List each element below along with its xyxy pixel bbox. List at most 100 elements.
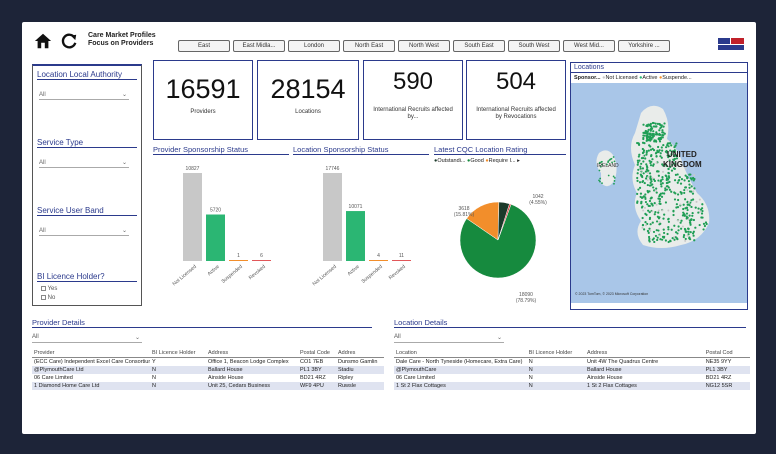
kpi-label: International Recruits affected by... bbox=[373, 107, 453, 120]
table-row[interactable]: 06 Care Limited N Ainside House BD21 4RZ bbox=[394, 374, 750, 382]
map-point bbox=[652, 130, 655, 133]
region-button-east[interactable]: East bbox=[178, 40, 230, 52]
chart-title: Latest CQC Location Rating bbox=[434, 145, 566, 155]
region-button-west-midlands[interactable]: West Mid... bbox=[563, 40, 615, 52]
map-legend-title: Sponsor... bbox=[574, 75, 601, 81]
map-point bbox=[670, 169, 674, 172]
column-header[interactable]: Address bbox=[206, 349, 298, 358]
map-point bbox=[667, 186, 670, 189]
bar[interactable] bbox=[323, 173, 342, 261]
map-point bbox=[612, 175, 615, 178]
map-point bbox=[677, 179, 680, 182]
map-point bbox=[660, 195, 664, 198]
map-point bbox=[680, 227, 683, 230]
column-header[interactable]: Postal Cod bbox=[703, 349, 750, 358]
table-row[interactable]: (ECC Care) Independent Excel Care Consor… bbox=[32, 358, 384, 367]
region-button-north-west[interactable]: North West bbox=[398, 40, 450, 52]
region-button-south-east[interactable]: South East bbox=[453, 40, 505, 52]
map-point bbox=[673, 238, 676, 241]
bar[interactable] bbox=[369, 260, 388, 261]
map-point bbox=[667, 228, 670, 231]
map-point bbox=[642, 172, 645, 175]
map-point bbox=[687, 218, 690, 221]
refresh-icon[interactable] bbox=[60, 32, 78, 50]
x-tick-label: Suspended bbox=[361, 264, 384, 285]
map-point bbox=[673, 198, 677, 201]
map-point bbox=[644, 200, 648, 204]
table-row[interactable]: 1 Diamond Home Care Ltd N Unit 25, Cedar… bbox=[32, 382, 384, 390]
region-button-north-east[interactable]: North East bbox=[343, 40, 395, 52]
column-header[interactable]: BI Licence Holder bbox=[150, 349, 206, 358]
cell: Unit 4W The Quadrus Centre bbox=[587, 359, 659, 365]
map-point bbox=[646, 134, 649, 138]
bar[interactable] bbox=[183, 173, 202, 261]
legend-label: Not Licensed bbox=[605, 75, 638, 81]
table-row[interactable]: 1 St 2 Flax Cottages N 1 St 2 Flax Cotta… bbox=[394, 382, 750, 390]
bar[interactable] bbox=[252, 260, 271, 261]
bi-licence-option-yes[interactable]: Yes bbox=[41, 286, 57, 292]
map-point bbox=[664, 201, 668, 204]
logo-icon bbox=[716, 36, 746, 52]
column-header[interactable]: BI Licence Holder bbox=[526, 349, 586, 358]
bar[interactable] bbox=[229, 260, 248, 261]
table-row[interactable]: @PlymouthCare N Ballard House PL1 3BY bbox=[394, 366, 750, 374]
map-point bbox=[659, 180, 662, 183]
title-line-2: Focus on Providers bbox=[88, 40, 154, 47]
map-point bbox=[638, 159, 641, 162]
map-country-label: UNITED bbox=[667, 150, 697, 159]
service-type-select[interactable]: All ⌄ bbox=[39, 158, 129, 168]
cell: N bbox=[528, 359, 533, 365]
bar[interactable] bbox=[346, 211, 365, 261]
column-header[interactable]: Postal Code bbox=[298, 349, 336, 358]
region-button-london[interactable]: London bbox=[288, 40, 340, 52]
column-header[interactable]: Location bbox=[394, 349, 527, 358]
service-user-band-select[interactable]: All ⌄ bbox=[39, 226, 129, 236]
column-header[interactable]: Addres bbox=[336, 349, 384, 358]
provider-filter-select[interactable]: All ⌄ bbox=[32, 334, 142, 343]
map-point bbox=[607, 174, 610, 177]
map-point bbox=[688, 236, 691, 239]
map-point bbox=[702, 222, 706, 225]
table-row[interactable]: 06 Care Limited N Ainside House BD21 4RZ… bbox=[32, 374, 384, 382]
region-button-yorkshire[interactable]: Yorkshire ... bbox=[618, 40, 670, 52]
map-point bbox=[679, 221, 682, 224]
local-authority-select[interactable]: All ⌄ bbox=[39, 90, 129, 100]
region-button-south-west[interactable]: South West bbox=[508, 40, 560, 52]
bi-licence-option-no[interactable]: No bbox=[41, 295, 55, 301]
bar[interactable] bbox=[392, 260, 411, 261]
map-point bbox=[684, 237, 687, 241]
map-point bbox=[645, 150, 648, 153]
map-point bbox=[674, 231, 678, 234]
kpi-label: International Recruits affected by Revoc… bbox=[476, 107, 556, 120]
service-type-label: Service Type bbox=[37, 138, 137, 148]
map-point bbox=[676, 219, 679, 222]
map-point bbox=[655, 229, 658, 232]
location-filter-select[interactable]: All ⌄ bbox=[394, 334, 504, 343]
cqc-rating-chart: Latest CQC Location Rating ●Outstandi...… bbox=[434, 145, 566, 313]
map-point bbox=[645, 213, 648, 216]
map-point bbox=[685, 230, 688, 233]
bar[interactable] bbox=[206, 214, 225, 261]
region-button-east-midlands[interactable]: East Midla... bbox=[233, 40, 285, 52]
map-point bbox=[694, 226, 697, 229]
column-header[interactable]: Provider bbox=[32, 349, 150, 358]
map-point bbox=[636, 179, 639, 182]
kpi-card-recruits-affected: 590 International Recruits affected by..… bbox=[363, 60, 463, 140]
home-icon[interactable] bbox=[34, 32, 52, 50]
table-row[interactable]: @PlymouthCare Ltd N Ballard House PL1 3B… bbox=[32, 366, 384, 374]
kpi-value: 28154 bbox=[270, 74, 346, 104]
map-point bbox=[682, 207, 685, 211]
table-row[interactable]: Dale Care - North Tyneside (Homecare, Ex… bbox=[394, 358, 750, 367]
bar-data-label: 4 bbox=[377, 253, 380, 259]
map-point bbox=[687, 203, 690, 206]
map-point bbox=[673, 236, 676, 239]
map-point bbox=[652, 230, 656, 234]
locations-map[interactable]: Locations Sponsor... ●Not Licensed ●Acti… bbox=[570, 62, 748, 310]
map-point bbox=[648, 133, 652, 136]
map-point bbox=[646, 171, 649, 174]
map-point bbox=[688, 186, 691, 189]
map-point bbox=[641, 180, 645, 183]
map-point bbox=[673, 191, 676, 194]
column-header[interactable]: Address bbox=[585, 349, 704, 358]
cell: Dale Care - North Tyneside (Homecare, Ex… bbox=[396, 359, 523, 365]
